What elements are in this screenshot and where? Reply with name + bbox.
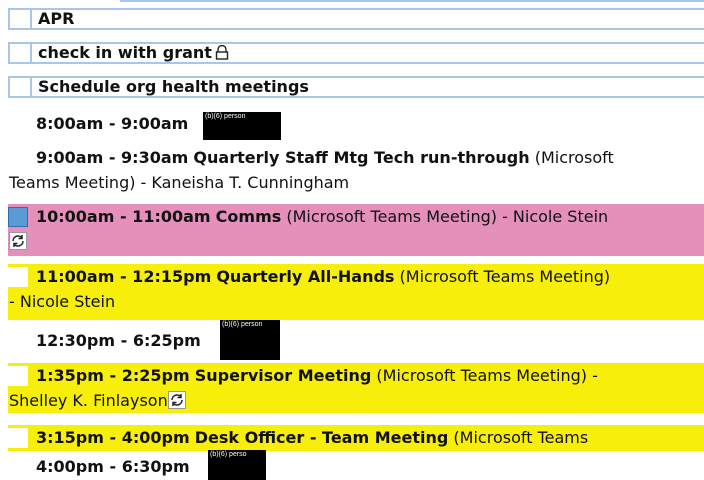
task-row-schedule[interactable]: Schedule org health meetings bbox=[8, 76, 704, 98]
appointment-detail: (Microsoft Teams bbox=[453, 428, 589, 447]
appointment-subject: Comms bbox=[215, 207, 282, 226]
redaction-box: (b)(6) person bbox=[220, 320, 280, 360]
redaction-box: (b)(6) person bbox=[203, 112, 281, 140]
task-label: Schedule org health meetings bbox=[38, 77, 309, 96]
top-divider bbox=[0, 0, 704, 8]
appointment-detail: (Microsoft Teams Meeting) bbox=[399, 267, 611, 286]
recurring-icon bbox=[167, 391, 186, 416]
appointment-1100[interactable]: 11:00am - 12:15pm Quarterly All-Hands (M… bbox=[8, 264, 704, 320]
appointment-0900[interactable]: 9:00am - 9:30am Quarterly Staff Mtg Tech… bbox=[8, 145, 704, 195]
task-label: check in with grant bbox=[38, 43, 212, 62]
task-checkbox[interactable] bbox=[10, 10, 32, 28]
appointment-checkbox[interactable] bbox=[8, 267, 28, 287]
task-checkbox[interactable] bbox=[10, 44, 32, 62]
task-checkbox[interactable] bbox=[10, 78, 32, 96]
appointment-time: 12:30pm - 6:25pm bbox=[36, 331, 201, 350]
appointment-checkbox[interactable] bbox=[8, 366, 28, 386]
appointment-checkbox[interactable] bbox=[8, 428, 28, 448]
appointment-1000[interactable]: 10:00am - 11:00am Comms (Microsoft Teams… bbox=[8, 204, 704, 256]
appointment-time: 4:00pm - 6:30pm bbox=[36, 457, 190, 476]
appointment-time: 10:00am - 11:00am bbox=[36, 207, 211, 226]
appointment-1515[interactable]: 3:15pm - 4:00pm Desk Officer - Team Meet… bbox=[8, 425, 704, 451]
appointment-detail-cont: Teams Meeting) - Kaneisha T. Cunningham bbox=[9, 173, 350, 192]
task-row-check-in[interactable]: check in with grant bbox=[8, 42, 704, 64]
appointment-subject: Desk Officer - Team Meeting bbox=[194, 428, 449, 447]
appointment-time: 1:35pm - 2:25pm bbox=[36, 366, 190, 385]
appointment-time: 3:15pm - 4:00pm bbox=[36, 428, 190, 447]
appointment-subject: Quarterly Staff Mtg Tech run-through bbox=[193, 148, 530, 167]
task-row-apr[interactable]: APR bbox=[8, 8, 704, 30]
appointment-0800[interactable]: 8:00am - 9:00am bbox=[8, 111, 704, 137]
appointment-detail: (Microsoft Teams Meeting) - Nicole Stein bbox=[286, 207, 609, 226]
appointment-subject: Quarterly All-Hands bbox=[216, 267, 395, 286]
appointment-time: 11:00am - 12:15pm bbox=[36, 267, 212, 286]
appointment-subject: Supervisor Meeting bbox=[194, 366, 372, 385]
lock-icon bbox=[215, 44, 229, 64]
appointment-1230[interactable]: 12:30pm - 6:25pm bbox=[8, 328, 704, 354]
appointment-detail: (Microsoft Teams Meeting) - bbox=[376, 366, 598, 385]
appointment-detail-cont: - Nicole Stein bbox=[9, 292, 116, 311]
appointment-detail-cont: Shelley K. Finlayson bbox=[9, 391, 168, 410]
redaction-box: (b)(6) perso bbox=[208, 450, 266, 480]
appointment-checkbox[interactable] bbox=[8, 207, 28, 227]
task-label: APR bbox=[38, 9, 75, 28]
appointment-time: 8:00am - 9:00am bbox=[36, 114, 189, 133]
appointment-1335[interactable]: 1:35pm - 2:25pm Supervisor Meeting (Micr… bbox=[8, 363, 704, 413]
appointment-detail: (Microsoft bbox=[534, 148, 614, 167]
appointment-time: 9:00am - 9:30am bbox=[36, 148, 189, 167]
appointment-1600[interactable]: 4:00pm - 6:30pm bbox=[8, 454, 704, 480]
recurring-icon bbox=[9, 232, 27, 257]
